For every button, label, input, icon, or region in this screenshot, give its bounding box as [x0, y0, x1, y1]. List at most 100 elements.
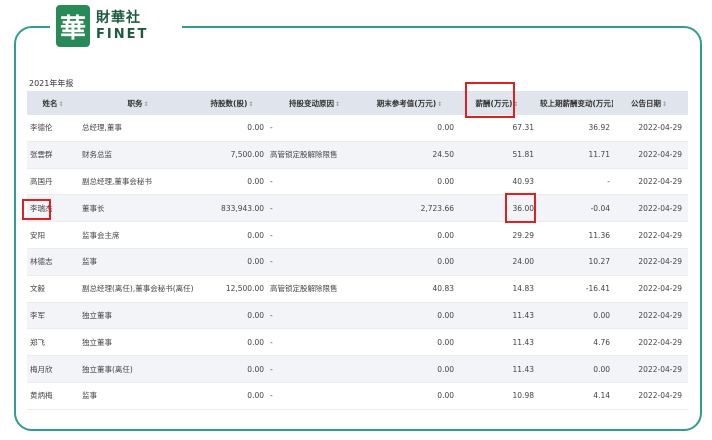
cell-shares: 0.00: [247, 257, 264, 267]
cell-shares: 7,500.00: [230, 150, 264, 160]
executive-compensation-table: 姓名↕ 职务↕ 持股数(股)↕ 持股变动原因↕ 期末参考值(万元)↕ 薪酬(万元…: [27, 91, 688, 410]
cell-change-reason: -: [270, 123, 273, 133]
cell-name: 张雲群: [30, 150, 53, 160]
cell-name: 郑飞: [30, 337, 45, 347]
cell-announce-date: 2022-04-29: [638, 337, 682, 347]
cell-compensation: 10.98: [512, 391, 534, 401]
cell-compensation-change: -0.04: [590, 203, 610, 213]
cell-shares: 0.00: [247, 391, 264, 401]
table-row: 李德伦 总经理,董事 0.00-0.00 67.31 36.92 2022-04-29: [27, 115, 688, 142]
highlight-name-cell: [22, 199, 51, 220]
cell-announce-date: 2022-04-29: [638, 176, 682, 186]
cell-ending-value: 2,723.66: [420, 203, 454, 213]
cell-ending-value: 0.00: [437, 176, 454, 186]
cell-compensation-change: 11.36: [588, 230, 610, 240]
cell-announce-date: 2022-04-29: [638, 310, 682, 320]
column-header-change-reason[interactable]: 持股变动原因↕: [267, 98, 362, 109]
table-row: 黄炳梅 监事 0.00-0.00 10.98 4.14 2022-04-29: [27, 383, 688, 410]
cell-compensation-change: 4.14: [593, 391, 610, 401]
cell-shares: 0.00: [247, 176, 264, 186]
cell-ending-value: 40.83: [432, 284, 454, 294]
table-header-row: 姓名↕ 职务↕ 持股数(股)↕ 持股变动原因↕ 期末参考值(万元)↕ 薪酬(万元…: [27, 91, 688, 115]
cell-compensation: 51.81: [512, 150, 534, 160]
sort-icon[interactable]: ↕: [662, 101, 667, 108]
cell-compensation-change: 0.00: [593, 364, 610, 374]
column-header-ending-value[interactable]: 期末参考值(万元)↕: [362, 98, 457, 109]
cell-compensation: 67.31: [512, 123, 534, 133]
cell-announce-date: 2022-04-29: [638, 203, 682, 213]
cell-change-reason: -: [270, 337, 273, 347]
column-header-name[interactable]: 姓名↕: [27, 98, 79, 109]
highlight-compensation-cell: [505, 193, 536, 223]
table-row: 李瑞杰 董事长 833,943.00-2,723.66 36.00 -0.04 2022-…: [27, 195, 688, 223]
cell-compensation-change: 11.71: [588, 150, 610, 160]
cell-shares: 0.00: [247, 230, 264, 240]
table-row: 郑飞 独立董事 0.00-0.00 11.43 4.76 2022-04-29: [27, 329, 688, 357]
cell-shares: 12,500.00: [225, 284, 264, 294]
cell-position: 监事会主席: [82, 230, 120, 240]
sort-icon[interactable]: ↕: [58, 101, 63, 108]
logo-name-cn: 財華社: [96, 10, 141, 26]
cell-change-reason: -: [270, 203, 273, 213]
column-header-position[interactable]: 职务↕: [79, 98, 197, 109]
column-header-announce-date[interactable]: 公告日期↕: [613, 98, 688, 109]
cell-compensation: 14.83: [512, 284, 534, 294]
cell-position: 监事: [82, 257, 97, 267]
cell-compensation: 11.43: [512, 337, 534, 347]
cell-position: 财务总监: [82, 150, 112, 160]
cell-position: 监事: [82, 391, 97, 401]
table-row: 张雲群 财务总监 7,500.00 高管锁定股解除限售 24.50 51.81 11.71 2…: [27, 141, 688, 169]
cell-position: 总经理,董事: [82, 123, 122, 133]
cell-change-reason: 高管锁定股解除限售: [270, 284, 338, 294]
column-header-shares[interactable]: 持股数(股)↕: [197, 98, 267, 109]
cell-shares: 0.00: [247, 310, 264, 320]
cell-change-reason: -: [270, 230, 273, 240]
cell-announce-date: 2022-04-29: [638, 123, 682, 133]
cell-compensation-change: 0.00: [593, 310, 610, 320]
cell-change-reason: -: [270, 391, 273, 401]
cell-ending-value: 0.00: [437, 337, 454, 347]
cell-ending-value: 0.00: [437, 123, 454, 133]
cell-compensation: 40.93: [512, 176, 534, 186]
cell-name: 文毅: [30, 284, 45, 294]
logo-name-en: FINET: [96, 27, 149, 42]
cell-ending-value: 0.00: [437, 230, 454, 240]
cell-position: 副总经理,董事会秘书: [82, 176, 152, 186]
cell-change-reason: -: [270, 310, 273, 320]
finet-logo: 華 財華社 FINET: [50, 4, 182, 48]
cell-ending-value: 0.00: [437, 310, 454, 320]
sort-icon[interactable]: ↕: [335, 101, 340, 108]
cell-compensation-change: 4.76: [593, 337, 610, 347]
cell-position: 董事长: [82, 203, 105, 213]
cell-compensation: 11.43: [512, 310, 534, 320]
cell-ending-value: 0.00: [437, 257, 454, 267]
cell-announce-date: 2022-04-29: [638, 230, 682, 240]
cell-shares: 833,943.00: [221, 203, 264, 213]
cell-name: 高国丹: [30, 176, 53, 186]
cell-position: 副总经理(离任),董事会秘书(离任): [82, 284, 194, 294]
cell-compensation-change: 36.92: [588, 123, 610, 133]
cell-change-reason: -: [270, 364, 273, 374]
column-header-compensation-change[interactable]: 较上期薪酬变动(万元)↕: [537, 98, 613, 109]
cell-shares: 0.00: [247, 337, 264, 347]
sort-icon[interactable]: ↕: [248, 101, 253, 108]
table-row: 李军 独立董事 0.00-0.00 11.43 0.00 2022-04-29: [27, 302, 688, 330]
logo-seal-icon: 華: [56, 5, 90, 47]
sort-icon[interactable]: ↕: [437, 101, 442, 108]
cell-compensation-change: -: [607, 176, 610, 186]
sort-icon[interactable]: ↕: [143, 101, 148, 108]
cell-change-reason: -: [270, 176, 273, 186]
cell-compensation-change: 10.27: [588, 257, 610, 267]
cell-name: 李军: [30, 310, 45, 320]
cell-name: 安阳: [30, 230, 45, 240]
table-row: 林德志 监事 0.00-0.00 24.00 10.27 2022-04-29: [27, 248, 688, 276]
cell-position: 独立董事: [82, 337, 112, 347]
cell-announce-date: 2022-04-29: [638, 257, 682, 267]
cell-ending-value: 0.00: [437, 391, 454, 401]
cell-name: 梅月欣: [30, 364, 53, 374]
cell-name: 李德伦: [30, 123, 53, 133]
cell-compensation: 11.43: [512, 364, 534, 374]
cell-compensation: 24.00: [512, 257, 534, 267]
cell-announce-date: 2022-04-29: [638, 150, 682, 160]
cell-announce-date: 2022-04-29: [638, 391, 682, 401]
